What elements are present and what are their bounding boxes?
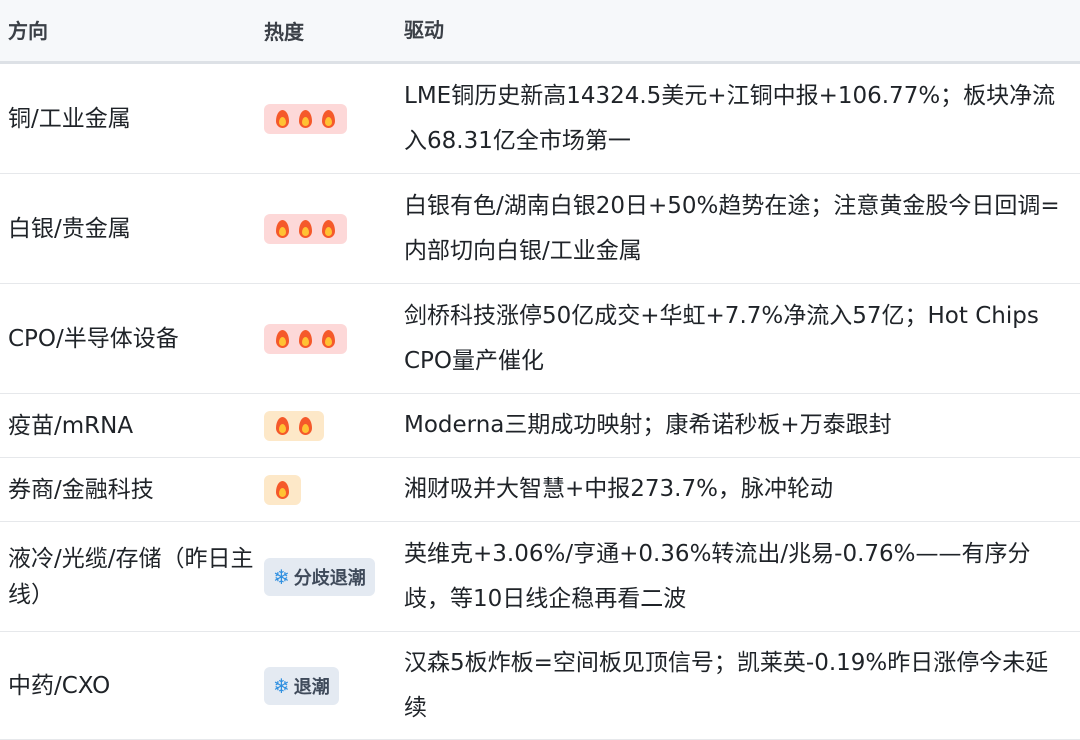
snowflake-icon: ❄ bbox=[273, 564, 290, 589]
header-driver: 驱动 bbox=[404, 18, 444, 42]
table-row: 中药/CXO ❄ 退潮 汉森5板炸板=空间板见顶信号；凯莱英-0.19%昨日涨停今… bbox=[0, 632, 1080, 740]
row-driver: LME铜历史新高14324.5美元+江铜中报+106.77%；板块净流入68.3… bbox=[404, 82, 1056, 154]
row-direction: CPO/半导体设备 bbox=[8, 325, 179, 352]
row-driver: 湘财吸并大智慧+中报273.7%，脉冲轮动 bbox=[404, 476, 833, 502]
row-direction: 券商/金融科技 bbox=[8, 476, 154, 503]
fire-icon bbox=[322, 219, 335, 238]
table-row: 铜/工业金属 LME铜历史新高14324.5美元+江铜中报+106.77%；板块… bbox=[0, 64, 1080, 174]
fire-icon bbox=[276, 219, 289, 238]
heat-badge bbox=[264, 474, 301, 505]
row-heat bbox=[256, 474, 396, 505]
row-direction: 白银/贵金属 bbox=[8, 215, 131, 242]
row-direction: 中药/CXO bbox=[8, 672, 111, 699]
header-direction: 方向 bbox=[8, 18, 48, 43]
row-direction: 疫苗/mRNA bbox=[8, 412, 134, 439]
row-direction: 铜/工业金属 bbox=[8, 105, 131, 132]
heat-badge bbox=[264, 410, 324, 441]
badge-text: 退潮 bbox=[293, 676, 330, 698]
heat-badge: ❄ 退潮 bbox=[264, 666, 339, 705]
row-heat bbox=[256, 103, 396, 134]
heat-badge bbox=[264, 103, 347, 134]
header-heat: 热度 bbox=[264, 20, 304, 44]
sector-table: 方向 热度 驱动 铜/工业金属 LME铜历史新高14324.5美元+江铜中报+1… bbox=[0, 0, 1080, 740]
fire-icon bbox=[276, 329, 289, 348]
fire-icon bbox=[299, 416, 312, 435]
fire-icon bbox=[276, 416, 289, 435]
table-row: 液冷/光缆/存储（昨日主线） ❄ 分歧退潮 英维克+3.06%/亨通+0.36%转… bbox=[0, 522, 1080, 632]
row-heat: ❄ 分歧退潮 bbox=[256, 557, 396, 596]
fire-icon bbox=[299, 109, 312, 128]
row-heat bbox=[256, 410, 396, 441]
row-driver: 白银有色/湖南白银20日+50%趋势在途；注意黄金股今日回调=内部切向白银/工业… bbox=[404, 192, 1060, 264]
fire-icon bbox=[299, 329, 312, 348]
table-row: 券商/金融科技 湘财吸并大智慧+中报273.7%，脉冲轮动 bbox=[0, 458, 1080, 522]
table-row: 白银/贵金属 白银有色/湖南白银20日+50%趋势在途；注意黄金股今日回调=内部… bbox=[0, 174, 1080, 284]
table-row: 疫苗/mRNA Moderna三期成功映射；康希诺秒板+万泰跟封 bbox=[0, 394, 1080, 458]
snowflake-icon: ❄ bbox=[273, 673, 290, 698]
heat-badge bbox=[264, 213, 347, 244]
heat-badge bbox=[264, 323, 347, 354]
heat-badge: ❄ 分歧退潮 bbox=[264, 557, 375, 596]
row-direction: 液冷/光缆/存储（昨日主线） bbox=[8, 545, 254, 608]
fire-icon bbox=[322, 109, 335, 128]
row-heat: ❄ 退潮 bbox=[256, 666, 396, 705]
table-row: CPO/半导体设备 剑桥科技涨停50亿成交+华虹+7.7%净流入57亿；Hot … bbox=[0, 284, 1080, 394]
row-driver: 英维克+3.06%/亨通+0.36%转流出/兆易-0.76%——有序分歧，等10… bbox=[404, 540, 1031, 612]
row-driver: Moderna三期成功映射；康希诺秒板+万泰跟封 bbox=[404, 412, 892, 438]
row-driver: 汉森5板炸板=空间板见顶信号；凯莱英-0.19%昨日涨停今未延续 bbox=[404, 649, 1049, 721]
row-driver: 剑桥科技涨停50亿成交+华虹+7.7%净流入57亿；Hot Chips CPO量… bbox=[404, 302, 1039, 374]
badge-text: 分歧退潮 bbox=[293, 567, 366, 589]
row-heat bbox=[256, 323, 396, 354]
fire-icon bbox=[299, 219, 312, 238]
table-header: 方向 热度 驱动 bbox=[0, 0, 1080, 64]
fire-icon bbox=[276, 109, 289, 128]
fire-icon bbox=[322, 329, 335, 348]
row-heat bbox=[256, 213, 396, 244]
fire-icon bbox=[276, 480, 289, 499]
